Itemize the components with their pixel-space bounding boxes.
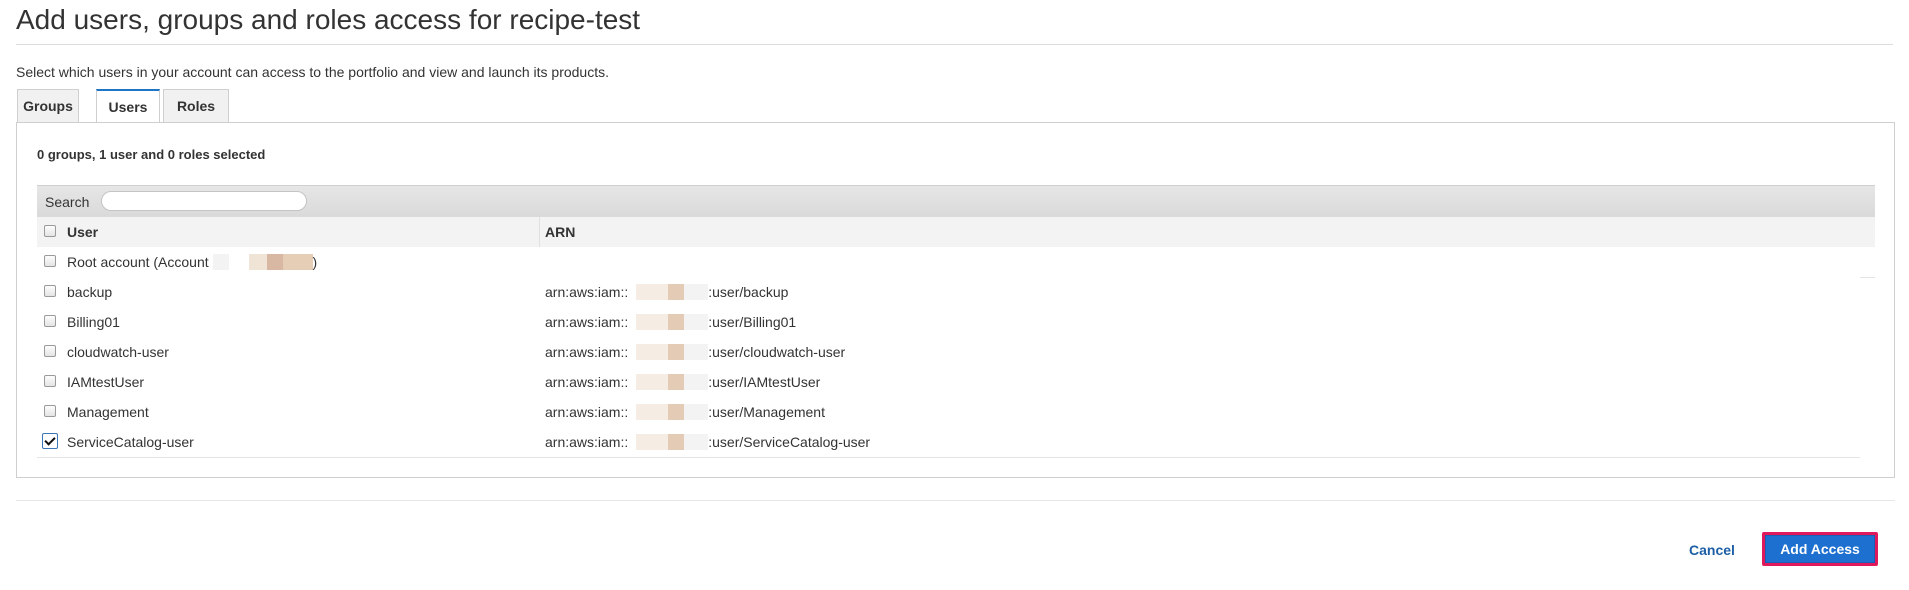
arn-prefix: arn:aws:iam::	[545, 284, 629, 300]
row-checkbox[interactable]	[44, 375, 56, 387]
arn-suffix: :user/ServiceCatalog-user	[708, 434, 871, 450]
arn-suffix: :user/Management	[708, 404, 825, 420]
user-name: IAMtestUser	[67, 374, 145, 390]
page-title: Add users, groups and roles access for r…	[16, 4, 641, 35]
arn-suffix: :user/cloudwatch-user	[708, 344, 846, 360]
redacted-account-id	[212, 254, 313, 270]
row-checkbox[interactable]	[44, 255, 56, 267]
search-bar: Search	[37, 185, 1875, 218]
selection-summary: 0 groups, 1 user and 0 roles selected	[37, 147, 266, 162]
tab-users[interactable]: Users	[96, 89, 160, 124]
cancel-button[interactable]: Cancel	[1689, 542, 1735, 558]
arn-cell: arn:aws:iam:::user/cloudwatch-user	[545, 344, 845, 360]
row-checkbox-cell	[42, 433, 60, 449]
redacted-account-id	[628, 344, 709, 360]
redacted-account-id	[628, 374, 709, 390]
row-checkbox[interactable]	[44, 405, 56, 417]
table-row[interactable]: Root account (Account )	[37, 247, 1875, 278]
column-divider[interactable]	[539, 217, 540, 247]
user-name: Management	[67, 404, 149, 420]
row-checkbox[interactable]	[44, 345, 56, 357]
row-checkbox[interactable]	[44, 315, 56, 327]
user-name-prefix: Root account (Account	[67, 254, 213, 270]
arn-prefix: arn:aws:iam::	[545, 314, 629, 330]
table-header: User ARN	[37, 217, 1875, 248]
select-all-checkbox[interactable]	[44, 225, 56, 237]
row-checkbox-cell	[44, 255, 60, 267]
row-checkbox-cell	[44, 375, 60, 387]
arn-prefix: arn:aws:iam::	[545, 374, 629, 390]
table-row[interactable]: ServiceCatalog-user arn:aws:iam:::user/S…	[37, 427, 1860, 458]
arn-cell: arn:aws:iam:::user/Management	[545, 404, 825, 420]
select-all-checkbox-cell	[44, 225, 60, 237]
search-label: Search	[45, 194, 90, 210]
table-row[interactable]: backup arn:aws:iam:::user/backup	[37, 277, 1860, 308]
redacted-account-id	[628, 314, 709, 330]
add-access-button[interactable]: Add Access	[1762, 532, 1878, 566]
row-checkbox-cell	[44, 405, 60, 417]
redacted-account-id	[628, 434, 709, 450]
user-name: cloudwatch-user	[67, 344, 169, 360]
tab-groups[interactable]: Groups	[17, 89, 79, 122]
arn-prefix: arn:aws:iam::	[545, 404, 629, 420]
arn-cell: arn:aws:iam:::user/ServiceCatalog-user	[545, 434, 870, 450]
arn-cell: arn:aws:iam:::user/backup	[545, 284, 788, 300]
search-input[interactable]	[101, 191, 307, 211]
table-row[interactable]: cloudwatch-user arn:aws:iam:::user/cloud…	[37, 337, 1860, 368]
arn-suffix: :user/Billing01	[708, 314, 797, 330]
arn-cell: arn:aws:iam:::user/Billing01	[545, 314, 796, 330]
arn-suffix: :user/backup	[708, 284, 789, 300]
user-name: Billing01	[67, 314, 120, 330]
table-row[interactable]: IAMtestUser arn:aws:iam:::user/IAMtestUs…	[37, 367, 1860, 398]
user-name-suffix: )	[312, 254, 318, 270]
user-name: ServiceCatalog-user	[67, 434, 194, 450]
row-checkbox-cell	[44, 285, 60, 297]
redacted-account-id	[628, 404, 709, 420]
user-name-cell: Root account (Account )	[67, 254, 317, 270]
tab-roles[interactable]: Roles	[163, 89, 229, 122]
row-checkbox-checked[interactable]	[42, 433, 58, 449]
user-name: backup	[67, 284, 113, 300]
footer-divider	[16, 500, 1895, 501]
redacted-account-id	[628, 284, 709, 300]
arn-prefix: arn:aws:iam::	[545, 344, 629, 360]
title-divider	[16, 44, 1893, 45]
arn-cell: arn:aws:iam:::user/IAMtestUser	[545, 374, 820, 390]
row-checkbox[interactable]	[44, 285, 56, 297]
page-description: Select which users in your account can a…	[16, 64, 609, 80]
users-table: Search User ARN Root account (Account ) …	[37, 185, 1875, 458]
table-row[interactable]: Management arn:aws:iam:::user/Management	[37, 397, 1860, 428]
users-tab-panel: 0 groups, 1 user and 0 roles selected Se…	[16, 122, 1895, 478]
column-header-user[interactable]: User	[67, 224, 98, 240]
row-checkbox-cell	[44, 345, 60, 357]
column-header-arn[interactable]: ARN	[545, 224, 575, 240]
row-checkbox-cell	[44, 315, 60, 327]
table-row[interactable]: Billing01 arn:aws:iam:::user/Billing01	[37, 307, 1860, 338]
arn-prefix: arn:aws:iam::	[545, 434, 629, 450]
arn-suffix: :user/IAMtestUser	[708, 374, 821, 390]
